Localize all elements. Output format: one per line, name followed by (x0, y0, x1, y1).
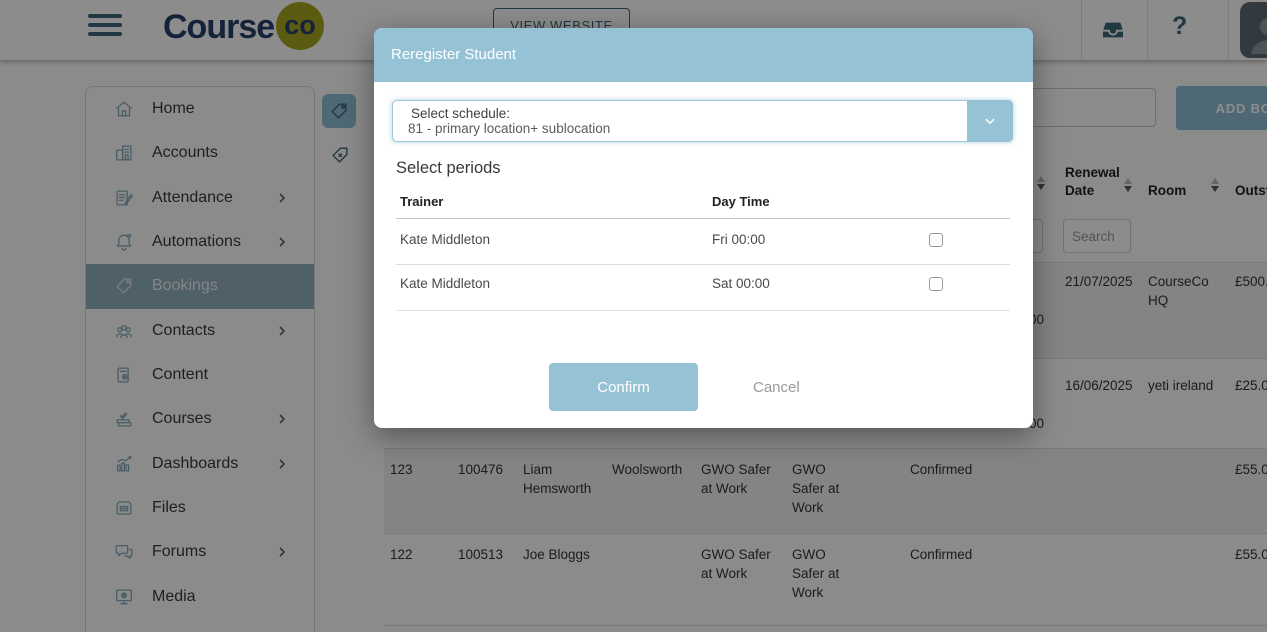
period-trainer: Kate Middleton (400, 232, 490, 247)
period-day-time: Fri 00:00 (712, 232, 765, 247)
periods-heading: Select periods (396, 159, 501, 178)
period-day-time: Sat 00:00 (712, 276, 770, 291)
modal-title: Reregister Student (391, 28, 516, 82)
period-checkbox[interactable] (929, 277, 943, 291)
confirm-button[interactable]: Confirm (549, 363, 698, 411)
chevron-down-icon (981, 112, 999, 130)
periods-divider (396, 264, 1010, 265)
periods-divider (396, 310, 1010, 311)
modal-header: Reregister Student (374, 28, 1033, 82)
period-trainer: Kate Middleton (400, 276, 490, 291)
cancel-button[interactable]: Cancel (753, 363, 800, 411)
schedule-select-label: Select schedule: (411, 106, 510, 121)
periods-divider (396, 218, 1010, 219)
periods-header-day-time: Day Time (712, 194, 770, 209)
app-root: Course co VIEW WEBSITE ? Home Accounts A… (0, 0, 1267, 632)
reregister-student-modal: Reregister Student Select schedule: 81 -… (374, 28, 1033, 428)
schedule-dropdown-button[interactable] (967, 100, 1013, 142)
periods-header-trainer: Trainer (400, 194, 443, 209)
period-checkbox[interactable] (929, 233, 943, 247)
schedule-select-value: 81 - primary location+ sublocation (408, 121, 610, 136)
